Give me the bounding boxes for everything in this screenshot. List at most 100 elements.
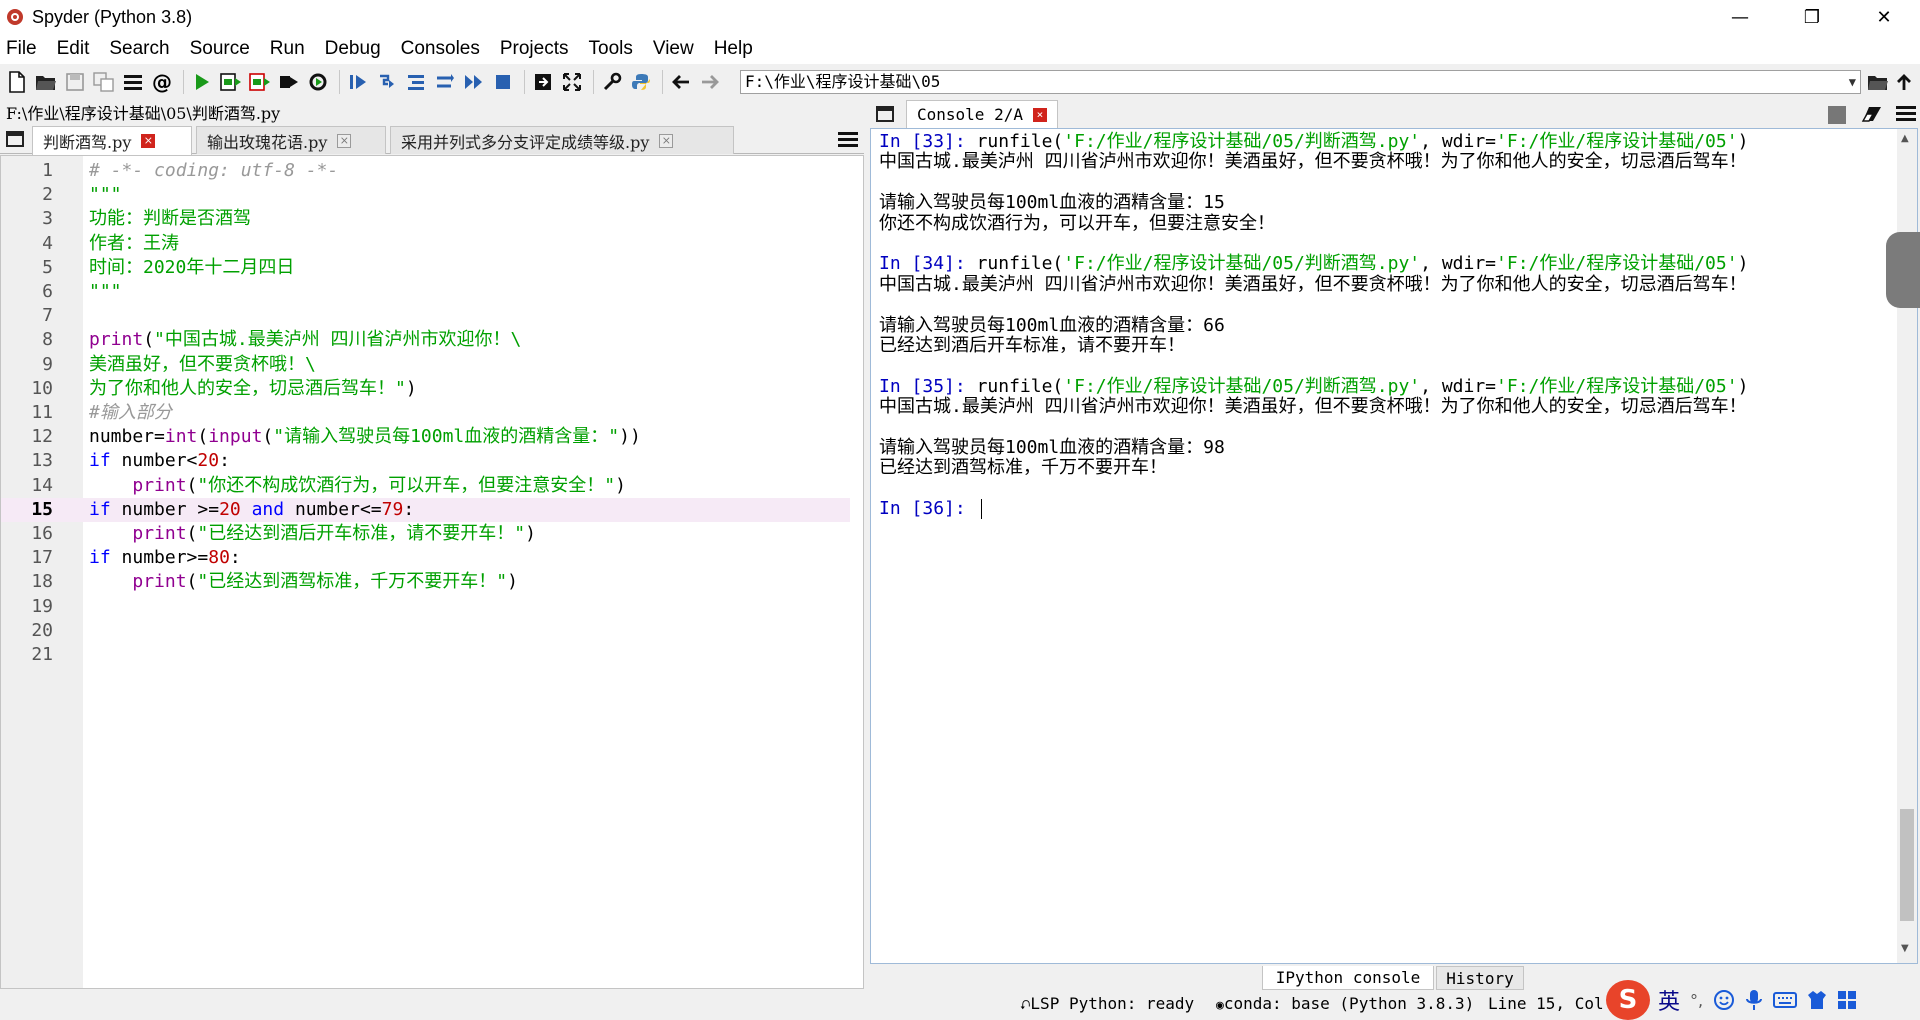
step-return-icon[interactable]: [432, 69, 458, 95]
tab-panduan-jiujia[interactable]: 判断酒驾.py ×: [32, 126, 192, 155]
menu-projects[interactable]: Projects: [498, 36, 571, 62]
menu-search[interactable]: Search: [107, 36, 171, 62]
tab-ipython-console[interactable]: IPython console: [1262, 966, 1434, 990]
menu-debug[interactable]: Debug: [323, 36, 383, 62]
fullscreen-icon[interactable]: [559, 69, 585, 95]
console-text: 请输入驾驶员每100ml血液的酒精含量：98: [879, 437, 1225, 458]
code-editor[interactable]: 1 # -*- coding: utf-8 -*- 2 """ 3 功能：判断是否酒驾 4 作…: [0, 155, 864, 989]
chevron-down-icon[interactable]: ▼: [1849, 71, 1856, 93]
working-directory-combo[interactable]: F:\作业\程序设计基础\05 ▼: [740, 70, 1861, 94]
skin-shirt-icon[interactable]: [1807, 989, 1827, 1011]
tab-history[interactable]: History: [1436, 966, 1524, 990]
run-cell-icon[interactable]: [218, 69, 244, 95]
step-into-icon[interactable]: [403, 69, 429, 95]
ime-language-toggle[interactable]: 英: [1658, 984, 1680, 1016]
run-cell-advance-icon[interactable]: [247, 69, 273, 95]
code-line[interactable]: 8 print("中国古城.最美泸州 四川省泸州市欢迎你！\: [1, 328, 850, 352]
close-tab-icon[interactable]: ×: [141, 134, 156, 148]
browse-folder-icon[interactable]: [1864, 69, 1892, 95]
line-number: 1: [42, 160, 53, 181]
preferences-wrench-icon[interactable]: [599, 69, 625, 95]
punctuation-icon[interactable]: °,: [1690, 991, 1703, 1010]
close-console-icon[interactable]: ×: [1032, 107, 1047, 122]
menu-source[interactable]: Source: [188, 36, 252, 62]
editor-options-menu-icon[interactable]: [838, 132, 858, 148]
at-symbol-icon[interactable]: @: [149, 69, 175, 95]
debug-icon[interactable]: [345, 69, 371, 95]
code-line[interactable]: 1 # -*- coding: utf-8 -*-: [1, 159, 850, 183]
stop-debug-icon[interactable]: [490, 69, 516, 95]
console-line: 已经达到酒驾标准，千万不要开车！: [879, 456, 1167, 480]
close-tab-icon[interactable]: ×: [337, 133, 352, 148]
code-line[interactable]: 10 为了你和他人的安全，切忌酒后驾车！"): [1, 377, 850, 401]
toolbox-grid-icon[interactable]: [1837, 990, 1857, 1010]
save-file-icon[interactable]: [62, 69, 88, 95]
browse-consoles-icon[interactable]: [876, 106, 894, 122]
line-number: 20: [31, 620, 53, 641]
python-path-icon[interactable]: [628, 69, 654, 95]
minimize-button[interactable]: —: [1704, 0, 1776, 34]
rerun-icon[interactable]: [305, 69, 331, 95]
menu-run[interactable]: Run: [268, 36, 307, 62]
code-line[interactable]: 5 时间：2020年十二月四日: [1, 256, 850, 280]
code-line[interactable]: 3 功能：判断是否酒驾: [1, 207, 850, 231]
back-arrow-icon[interactable]: [668, 69, 694, 95]
continue-icon[interactable]: [461, 69, 487, 95]
open-file-icon[interactable]: [33, 69, 59, 95]
close-window-button[interactable]: ✕: [1848, 0, 1920, 34]
browse-tabs-icon[interactable]: [6, 131, 24, 147]
file-list-icon[interactable]: [120, 69, 146, 95]
code-line[interactable]: 21: [1, 643, 850, 667]
menu-edit[interactable]: Edit: [55, 36, 92, 62]
code-line[interactable]: 13 if number<20:: [1, 449, 850, 473]
code-line[interactable]: 9 美酒虽好，但不要贪杯哦！\: [1, 353, 850, 377]
scroll-thumb[interactable]: [1900, 809, 1914, 921]
close-tab-icon[interactable]: ×: [659, 133, 674, 148]
menu-view[interactable]: View: [651, 36, 696, 62]
code-line[interactable]: 14 print("你还不构成饮酒行为，可以开车，但要注意安全！"): [1, 474, 850, 498]
save-all-icon[interactable]: [91, 69, 117, 95]
maximize-pane-icon[interactable]: [530, 69, 556, 95]
menu-help[interactable]: Help: [712, 36, 755, 62]
code-line[interactable]: 17 if number>=80:: [1, 546, 850, 570]
step-icon[interactable]: [374, 69, 400, 95]
code-token: # -*- coding: utf-8 -*-: [89, 160, 339, 181]
line-number: 17: [31, 547, 53, 568]
code-line[interactable]: 15 if number >=20 and number<=79:: [1, 498, 850, 522]
code-line[interactable]: 7: [1, 304, 850, 328]
microphone-icon[interactable]: [1745, 988, 1763, 1012]
floating-side-widget[interactable]: [1886, 232, 1920, 308]
code-line[interactable]: 20: [1, 619, 850, 643]
scroll-down-icon[interactable]: ▼: [1901, 943, 1909, 954]
maximize-button[interactable]: ❐: [1776, 0, 1848, 34]
new-file-icon[interactable]: [4, 69, 30, 95]
stop-kernel-icon[interactable]: [1828, 106, 1846, 124]
emoji-icon[interactable]: [1713, 989, 1735, 1011]
menu-tools[interactable]: Tools: [587, 36, 635, 62]
menu-consoles[interactable]: Consoles: [399, 36, 482, 62]
code-line[interactable]: 19: [1, 595, 850, 619]
code-line[interactable]: 16 print("已经达到酒后开车标准，请不要开车！"): [1, 522, 850, 546]
clear-console-eraser-icon[interactable]: [1860, 104, 1884, 128]
sogou-logo-icon[interactable]: S: [1606, 980, 1650, 1020]
code-line[interactable]: 2 """: [1, 183, 850, 207]
scroll-up-icon[interactable]: ▲: [1901, 133, 1909, 144]
code-line[interactable]: 12 number=int(input("请输入驾驶员每100ml血液的酒精含量：…: [1, 425, 850, 449]
run-file-icon[interactable]: [189, 69, 215, 95]
tab-meigui-huayu[interactable]: 输出玫瑰花语.py ×: [196, 126, 386, 154]
forward-arrow-icon[interactable]: [697, 69, 723, 95]
code-line[interactable]: 18 print("已经达到酒驾标准，千万不要开车！"): [1, 570, 850, 594]
code-line[interactable]: 4 作者：王涛: [1, 232, 850, 256]
menu-file[interactable]: File: [4, 36, 39, 62]
run-selection-icon[interactable]: [276, 69, 302, 95]
code-line[interactable]: 11 #输入部分: [1, 401, 850, 425]
code-token: if: [89, 547, 111, 568]
tab-chengji-dengji[interactable]: 采用并列式多分支评定成绩等级.py ×: [390, 126, 734, 154]
keyboard-icon[interactable]: [1773, 990, 1798, 1010]
parent-dir-icon[interactable]: [1890, 69, 1918, 95]
console-options-menu-icon[interactable]: [1896, 106, 1916, 122]
ipython-console[interactable]: In [33]: runfile('F:/作业/程序设计基础/05/判断酒驾.p…: [870, 128, 1918, 964]
code-text: print("已经达到酒驾标准，千万不要开车！"): [89, 570, 518, 594]
code-line[interactable]: 6 """: [1, 280, 850, 304]
tab-console-2a[interactable]: Console 2/A ×: [906, 100, 1058, 128]
